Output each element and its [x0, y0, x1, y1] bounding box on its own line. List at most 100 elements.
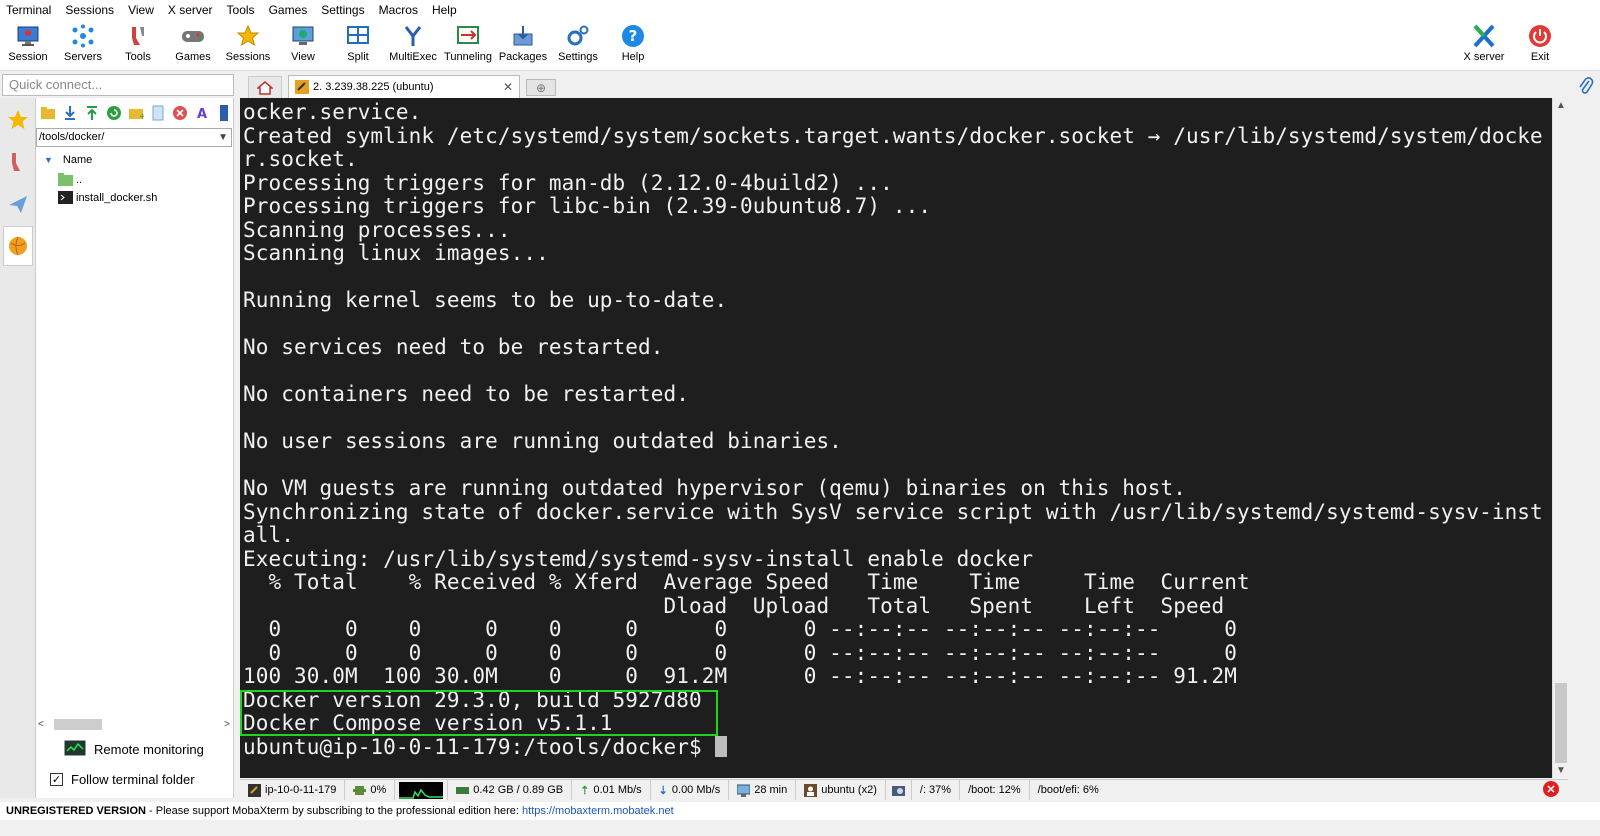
menu-sessions[interactable]: Sessions: [65, 3, 114, 17]
remote-monitoring-button[interactable]: Remote monitoring: [64, 740, 204, 758]
disk-icon: [891, 785, 905, 796]
terminal-line: Dload Upload Total Spent Left Speed: [243, 593, 1225, 618]
terminal-line: ocker.service.: [243, 100, 422, 124]
list-item[interactable]: ..: [58, 173, 82, 186]
multiexec-icon: [400, 23, 426, 49]
side-tab-sftp[interactable]: [3, 226, 33, 266]
tools-icon: [125, 23, 151, 49]
terminal-line: 0 0 0 0 0 0 0 0 --:--:-- --:--:-- --:--:…: [243, 617, 1237, 641]
terminal-line: No VM guests are running outdated hyperv…: [243, 476, 1186, 500]
terminal-line: r.socket.: [243, 147, 358, 171]
menu-terminal[interactable]: Terminal: [6, 3, 51, 17]
horizontal-scrollbar[interactable]: < >: [38, 716, 230, 732]
scroll-right-icon[interactable]: >: [224, 719, 230, 730]
path-value: /tools/docker/: [39, 131, 105, 143]
x-server-icon: [1471, 23, 1497, 49]
delete-icon[interactable]: [170, 103, 189, 122]
new-folder-icon[interactable]: +: [126, 103, 145, 122]
uptime-label: 28 min: [754, 784, 788, 796]
menu-bar: Terminal Sessions View X server Tools Ga…: [0, 0, 1600, 19]
file-name: ..: [76, 173, 83, 186]
terminal-line: No user sessions are running outdated bi…: [243, 429, 842, 453]
tools-icon: [12, 153, 20, 171]
svg-text:A: A: [197, 107, 207, 121]
servers-button[interactable]: Servers: [55, 21, 111, 69]
session-tab[interactable]: 2. 3.239.38.225 (ubuntu) ✕: [288, 75, 520, 98]
terminal-view[interactable]: ocker.service. Created symlink /etc/syste…: [240, 98, 1552, 778]
exit-button[interactable]: Exit: [1512, 21, 1568, 69]
list-item[interactable]: install_docker.sh: [58, 191, 157, 204]
paper-plane-icon: [9, 196, 27, 213]
servers-icon: [70, 23, 96, 49]
properties-icon[interactable]: [214, 103, 233, 122]
path-field[interactable]: /tools/docker/ ▼: [36, 128, 232, 147]
menu-macros[interactable]: Macros: [379, 3, 418, 17]
split-button[interactable]: Split: [330, 21, 386, 69]
menu-tools[interactable]: Tools: [227, 3, 255, 17]
terminal-output: ocker.service. Created symlink /etc/syste…: [243, 100, 1549, 760]
status-disk-boot-efi: /boot/efi: 6%: [1030, 780, 1107, 800]
close-session-icon[interactable]: ✕: [1543, 781, 1559, 797]
upload-icon[interactable]: [82, 103, 101, 122]
side-tab-tools[interactable]: [3, 142, 33, 182]
terminal-cursor: [714, 735, 727, 757]
host-label: ip-10-0-11-179: [265, 784, 337, 796]
menu-view[interactable]: View: [128, 3, 154, 17]
home-tab[interactable]: [248, 76, 282, 98]
sessions-button[interactable]: Sessions: [220, 21, 276, 69]
user-icon: [804, 783, 818, 797]
x-server-button[interactable]: X server: [1456, 21, 1512, 69]
mobatek-link[interactable]: https://mobaxterm.mobatek.net: [522, 805, 674, 817]
folder-up-icon[interactable]: [38, 103, 57, 122]
scrollbar-thumb[interactable]: [54, 719, 102, 730]
status-disk-boot: /boot: 12%: [960, 780, 1030, 800]
scroll-left-icon[interactable]: <: [38, 719, 44, 730]
refresh-icon[interactable]: [104, 103, 123, 122]
tools-button[interactable]: Tools: [110, 21, 166, 69]
settings-button[interactable]: Settings: [550, 21, 606, 69]
terminal-line: Executing: /usr/lib/systemd/systemd-sysv…: [243, 546, 1034, 571]
tunneling-button[interactable]: Tunneling: [440, 21, 496, 69]
menu-x-server[interactable]: X server: [168, 3, 213, 17]
menu-games[interactable]: Games: [269, 3, 308, 17]
packages-button[interactable]: Packages: [495, 21, 551, 69]
cpu-label: 0%: [370, 784, 387, 796]
status-bar: ip-10-0-11-179 0% 0.42 GB / 0.89 GB ⇡ 0.…: [240, 779, 1568, 800]
status-disk: [886, 780, 912, 800]
terminal-line: all.: [243, 523, 294, 547]
memory-icon: [456, 786, 470, 794]
rename-icon[interactable]: A: [192, 103, 211, 122]
column-header[interactable]: ▼ Name: [44, 154, 92, 166]
terminal-prompt-line: ubuntu@ip-10-0-11-179:/tools/docker$: [243, 735, 1549, 760]
scroll-down-icon[interactable]: ▼: [1556, 765, 1566, 776]
ssh-session-icon: [295, 80, 309, 94]
side-tab-macros[interactable]: [3, 184, 33, 224]
quick-connect-input[interactable]: Quick connect...: [2, 74, 234, 96]
vertical-scrollbar[interactable]: ▲ ▼: [1552, 98, 1568, 778]
session-button[interactable]: Session: [0, 21, 56, 69]
multiexec-button[interactable]: MultiExec: [385, 21, 441, 69]
scroll-up-icon[interactable]: ▲: [1556, 100, 1566, 111]
menu-settings[interactable]: Settings: [321, 3, 364, 17]
file-browser-panel: + A /tools/docker/ ▼ ▼ Name .. install_d…: [36, 98, 234, 798]
chevron-down-icon[interactable]: ▼: [218, 129, 228, 146]
view-button[interactable]: View: [275, 21, 331, 69]
new-file-icon[interactable]: [148, 103, 167, 122]
checkbox[interactable]: ✓: [50, 773, 63, 786]
disk-boot-label: /boot: 12%: [968, 784, 1021, 796]
menu-help[interactable]: Help: [432, 3, 457, 17]
uptime-icon: [737, 784, 751, 797]
paperclip-icon[interactable]: [1578, 77, 1594, 98]
close-tab-icon[interactable]: ✕: [503, 80, 513, 94]
new-tab-button[interactable]: ⊕: [526, 79, 556, 96]
help-button[interactable]: ? Help: [605, 21, 661, 69]
follow-terminal-folder-checkbox[interactable]: ✓ Follow terminal folder: [50, 772, 195, 787]
games-button[interactable]: Games: [165, 21, 221, 69]
scrollbar-thumb[interactable]: [1555, 683, 1567, 763]
status-download: ⇣ 0.00 Mb/s: [651, 780, 730, 800]
download-icon[interactable]: [60, 103, 79, 122]
side-tab-sessions[interactable]: [3, 100, 33, 140]
